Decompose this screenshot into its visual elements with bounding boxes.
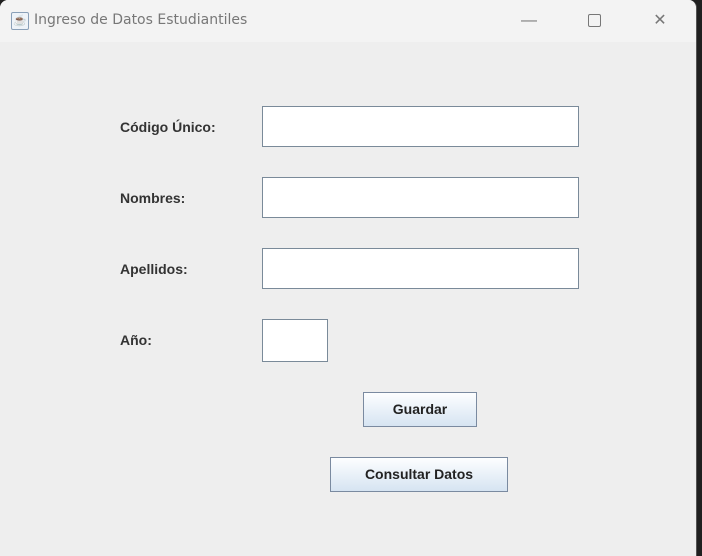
maximize-button[interactable] — [579, 8, 609, 34]
codigo-input[interactable] — [262, 106, 579, 147]
codigo-label: Código Único: — [120, 119, 216, 135]
guardar-button[interactable]: Guardar — [363, 392, 477, 427]
window-title: Ingreso de Datos Estudiantiles — [34, 12, 248, 28]
anio-input[interactable] — [262, 319, 328, 362]
close-button[interactable]: ✕ — [645, 8, 675, 34]
nombres-input[interactable] — [262, 177, 579, 218]
apellidos-label: Apellidos: — [120, 261, 188, 277]
java-icon: ☕ — [11, 12, 29, 30]
minimize-button[interactable]: — — [514, 8, 544, 34]
nombres-label: Nombres: — [120, 190, 186, 206]
anio-label: Año: — [120, 332, 152, 348]
apellidos-input[interactable] — [262, 248, 579, 289]
title-bar: ☕ Ingreso de Datos Estudiantiles — ✕ — [0, 0, 696, 42]
consultar-datos-button[interactable]: Consultar Datos — [330, 457, 508, 492]
app-window: ☕ Ingreso de Datos Estudiantiles — ✕ Cód… — [0, 0, 697, 556]
maximize-icon — [587, 14, 601, 28]
